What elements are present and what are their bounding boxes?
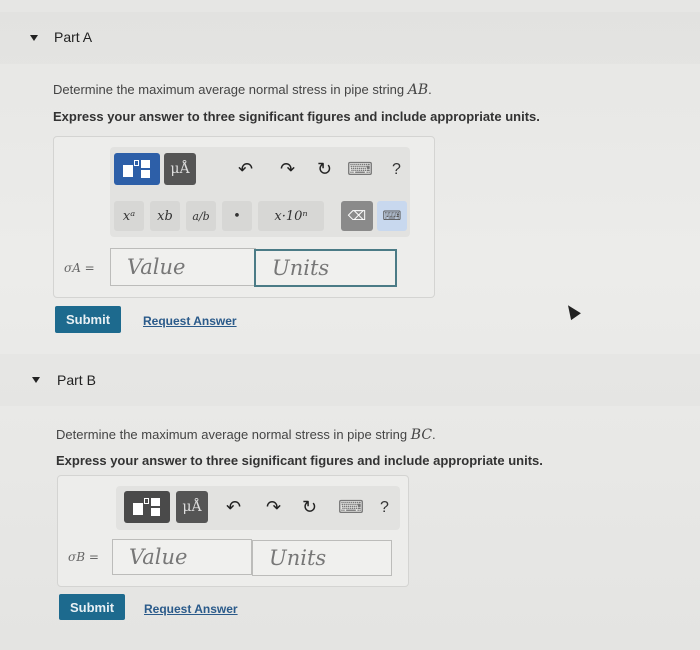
sigma-a-label: σA = [64,261,95,275]
part-a-instruction: Express your answer to three significant… [53,109,540,124]
part-b-answer-box: μÅ ↶ ↷ ↻ ⌨ ? σB = Value Units [57,475,409,587]
sci-notation-key[interactable]: x·10ⁿ [258,201,324,231]
reset-icon[interactable]: ↻ [317,159,332,180]
dot-key[interactable]: • [222,201,252,231]
question-var: BC [410,427,433,443]
part-b-header[interactable]: Part B [0,354,700,406]
part-b-instruction: Express your answer to three significant… [56,453,543,468]
part-a-submit-button[interactable]: Submit [55,306,121,333]
part-a-toolbar: μÅ ↶ ↷ ↻ ⌨ ? xᵃ xb a/b • x·10ⁿ ⌫ ⌨ [110,147,410,237]
help-icon[interactable]: ? [380,499,389,517]
subscript-key[interactable]: xb [150,201,180,231]
undo-icon[interactable]: ↶ [238,159,253,180]
units-button[interactable]: μÅ [164,153,196,185]
reset-icon[interactable]: ↻ [302,497,317,518]
redo-icon[interactable]: ↷ [266,497,281,518]
question-text: Determine the maximum average normal str… [56,427,411,442]
question-suffix: . [432,427,436,442]
fraction-key[interactable]: a/b [186,201,216,231]
backspace-key[interactable]: ⌫ [341,201,373,231]
part-b-toolbar: μÅ ↶ ↷ ↻ ⌨ ? [116,486,400,530]
templates-icon [131,497,163,517]
collapse-caret-icon[interactable] [32,377,40,383]
question-suffix: . [428,82,432,97]
part-a-title: Part A [54,29,93,45]
part-b-title: Part B [57,372,96,388]
question-text: Determine the maximum average normal str… [53,82,408,97]
templates-icon [121,159,153,179]
part-a-value-input[interactable]: Value [110,248,256,286]
undo-icon[interactable]: ↶ [226,497,241,518]
part-a-units-input[interactable]: Units [254,249,397,287]
part-b-value-input[interactable]: Value [112,539,252,575]
part-a-request-answer-link[interactable]: Request Answer [143,314,237,328]
superscript-key[interactable]: xᵃ [114,201,144,231]
keyboard-icon[interactable]: ⌨ [347,159,373,180]
part-b-submit-button[interactable]: Submit [59,594,125,620]
templates-button[interactable] [114,153,160,185]
part-a-answer-box: μÅ ↶ ↷ ↻ ⌨ ? xᵃ xb a/b • x·10ⁿ ⌫ ⌨ σA = … [53,136,435,298]
templates-button[interactable] [124,491,170,523]
sigma-b-label: σB = [68,550,99,564]
redo-icon[interactable]: ↷ [280,159,295,180]
part-b-units-input[interactable]: Units [252,540,392,576]
keyboard-toggle-key[interactable]: ⌨ [377,201,407,231]
mouse-cursor-icon [563,301,581,321]
part-b-question: Determine the maximum average normal str… [56,427,436,443]
part-b-request-answer-link[interactable]: Request Answer [144,602,238,616]
part-a-header[interactable]: Part A [0,12,700,64]
part-a-question: Determine the maximum average normal str… [53,82,432,98]
help-icon[interactable]: ? [392,161,401,179]
collapse-caret-icon[interactable] [30,35,38,41]
keyboard-icon[interactable]: ⌨ [338,497,364,518]
units-button[interactable]: μÅ [176,491,208,523]
question-var: AB [407,82,429,98]
